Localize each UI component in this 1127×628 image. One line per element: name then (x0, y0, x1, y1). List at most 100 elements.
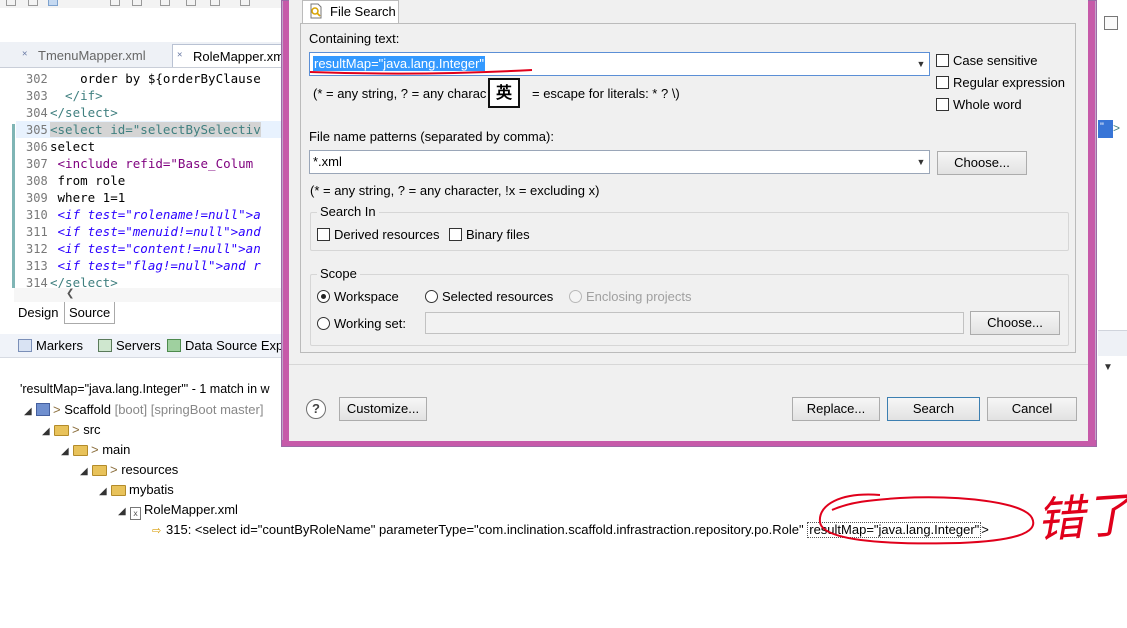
expand-arrow-icon[interactable]: ◢ (42, 422, 54, 442)
search-button[interactable]: Search (887, 397, 980, 421)
tree-node-main[interactable]: ◢ > main (61, 440, 130, 460)
xml-file-icon: ✕ (22, 49, 28, 59)
containing-text-hint-tail: = escape for literals: * ? \) (532, 86, 680, 101)
right-toolbar (1098, 0, 1127, 300)
toolbar-button-icon[interactable] (186, 0, 196, 6)
tree-node-rolemapper-file[interactable]: ◢ x RoleMapper.xml (118, 500, 238, 520)
editor-gutter (0, 70, 15, 288)
expand-arrow-icon[interactable]: ◢ (24, 402, 36, 422)
editor-tab-label: TmenuMapper.xml (38, 48, 146, 63)
view-menu-icon[interactable]: ▼ (1103, 362, 1113, 373)
code-line: 308 from role (26, 173, 126, 188)
expand-arrow-icon[interactable]: ◢ (118, 502, 130, 522)
code-line: 312 <if test="content!=null">an (26, 241, 261, 256)
folder-icon (73, 445, 88, 456)
editor-tag-fragment: > (1113, 121, 1121, 135)
code-line: 304 </select> (26, 105, 118, 120)
expand-arrow-icon[interactable]: ◢ (80, 462, 92, 482)
chevron-down-icon[interactable]: ▼ (913, 53, 929, 75)
file-name-patterns-combo[interactable]: *.xml ▼ (309, 150, 930, 174)
scope-group: Scope (310, 266, 1069, 346)
toolbar-button-icon[interactable] (210, 0, 220, 6)
file-search-icon (310, 3, 322, 19)
scope-enclosing-projects-radio: Enclosing projects (569, 289, 692, 305)
choose-patterns-button[interactable]: Choose... (937, 151, 1027, 175)
match-arrow-icon: ⇨ (152, 525, 162, 537)
working-set-field[interactable] (425, 312, 964, 334)
replace-button[interactable]: Replace... (792, 397, 880, 421)
help-icon[interactable]: ? (306, 399, 326, 419)
code-editor[interactable]: 302 order by ${orderByClause 303 </if> 3… (16, 70, 290, 288)
match-highlight: resultMap="java.lang.Integer" (807, 522, 982, 538)
toolbar-button-icon[interactable] (6, 0, 16, 6)
folder-icon (111, 485, 126, 496)
code-line: 314 </select> (26, 275, 118, 288)
views-toolbar-edge (1098, 330, 1127, 356)
handwritten-annotation: 错了 (1034, 486, 1127, 549)
containing-text-combo[interactable]: resultMap="java.lang.Integer" ▼ (309, 52, 930, 76)
tab-design[interactable]: Design (14, 302, 62, 324)
toolbar-button-icon[interactable] (48, 0, 58, 6)
cancel-button[interactable]: Cancel (987, 397, 1077, 421)
patterns-hint: (* = any string, ? = any character, !x =… (310, 183, 600, 198)
views-tab-bar: Markers Servers Data Source Exp (0, 334, 290, 358)
tab-markers[interactable]: Markers (18, 338, 83, 353)
servers-icon (98, 339, 112, 352)
tree-node-project[interactable]: ◢ > Scaffold [boot] [springBoot master] (24, 400, 263, 420)
editor-tab-rolemapper[interactable]: ✕ RoleMapper.xml (172, 44, 290, 67)
tab-source[interactable]: Source (64, 302, 116, 324)
perspective-icon[interactable] (1104, 16, 1118, 30)
search-results-title: 'resultMap="java.lang.Integer"' - 1 matc… (20, 382, 270, 396)
regular-expression-checkbox[interactable]: Regular expression (936, 75, 1065, 91)
code-line: 306 select (26, 139, 96, 154)
containing-text-label: Containing text: (309, 31, 400, 46)
tree-node-src[interactable]: ◢ > src (42, 420, 101, 440)
ide-toolbar (0, 0, 290, 8)
chevron-down-icon[interactable]: ▼ (913, 151, 929, 173)
toolbar-button-icon[interactable] (110, 0, 120, 6)
expand-arrow-icon[interactable]: ◢ (99, 482, 111, 502)
choose-working-set-button[interactable]: Choose... (970, 311, 1060, 335)
ime-indicator: 英 (488, 78, 520, 108)
code-line: 303 </if> (26, 88, 103, 103)
toolbar-button-icon[interactable] (160, 0, 170, 6)
tab-data-source-explorer[interactable]: Data Source Exp (167, 338, 283, 353)
whole-word-checkbox[interactable]: Whole word (936, 97, 1022, 113)
editor-tab-label: RoleMapper.xml (193, 49, 287, 64)
change-marker (12, 124, 15, 288)
customize-button[interactable]: Customize... (339, 397, 427, 421)
expand-arrow-icon[interactable]: ◢ (61, 442, 73, 462)
code-line: 311 <if test="menuid!=null">and (26, 224, 261, 239)
case-sensitive-checkbox[interactable]: Case sensitive (936, 53, 1038, 69)
tree-node-mybatis[interactable]: ◢ mybatis (99, 480, 174, 500)
tab-file-search[interactable]: File Search (302, 0, 399, 23)
folder-icon (92, 465, 107, 476)
project-icon (36, 403, 50, 416)
toolbar-button-icon[interactable] (28, 0, 38, 6)
editor-selection-fragment: " (1098, 120, 1113, 138)
tree-node-resources[interactable]: ◢ > resources (80, 460, 178, 480)
toolbar-button-icon[interactable] (240, 0, 250, 6)
scope-working-set-radio[interactable]: Working set: (317, 316, 406, 332)
editor-tab-bar: ✕ TmenuMapper.xml ✕ RoleMapper.xml (0, 42, 290, 68)
editor-tab-tmenumapper[interactable]: ✕ TmenuMapper.xml (18, 44, 168, 67)
containing-text-value[interactable]: resultMap="java.lang.Integer" (313, 56, 486, 71)
scroll-left-icon[interactable]: ❮ (66, 288, 74, 299)
scope-workspace-radio[interactable]: Workspace (317, 289, 399, 305)
dialog-separator (289, 364, 1088, 365)
xml-file-icon: ✕ (177, 50, 183, 60)
code-line: 305 <select id="selectBySelectiv (16, 121, 290, 138)
file-name-patterns-label: File name patterns (separated by comma): (309, 129, 554, 144)
data-source-icon (167, 339, 181, 352)
code-line: 302 order by ${orderByClause (26, 71, 261, 86)
scope-selected-resources-radio[interactable]: Selected resources (425, 289, 553, 305)
containing-text-hint: (* = any string, ? = any charac (313, 86, 487, 101)
tab-servers[interactable]: Servers (98, 338, 161, 353)
derived-resources-checkbox[interactable]: Derived resources (317, 227, 440, 243)
code-line: 313 <if test="flag!=null">and r (26, 258, 261, 273)
tree-node-match-line[interactable]: ⇨ 315: <select id="countByRoleName" param… (152, 520, 989, 540)
editor-horizontal-scrollbar[interactable]: ❮ (14, 288, 290, 302)
code-line: 309 where 1=1 (26, 190, 126, 205)
toolbar-button-icon[interactable] (132, 0, 142, 6)
binary-files-checkbox[interactable]: Binary files (449, 227, 530, 243)
